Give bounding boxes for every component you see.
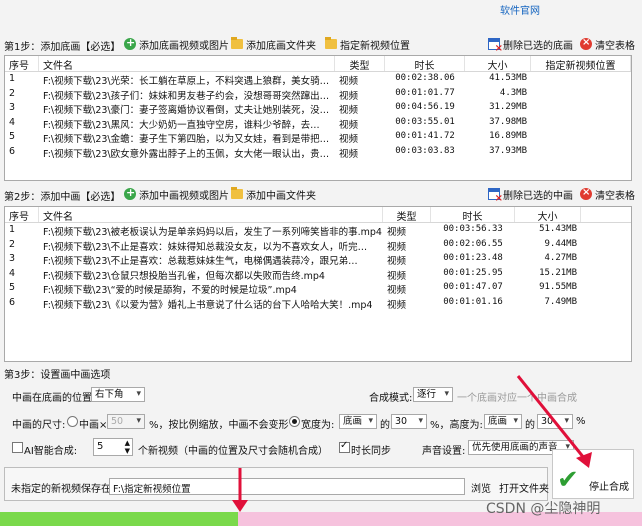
- arrow-diagonal-icon: [516, 375, 592, 468]
- arrow-down-icon: [232, 468, 248, 512]
- annotation-arrows: [232, 375, 592, 512]
